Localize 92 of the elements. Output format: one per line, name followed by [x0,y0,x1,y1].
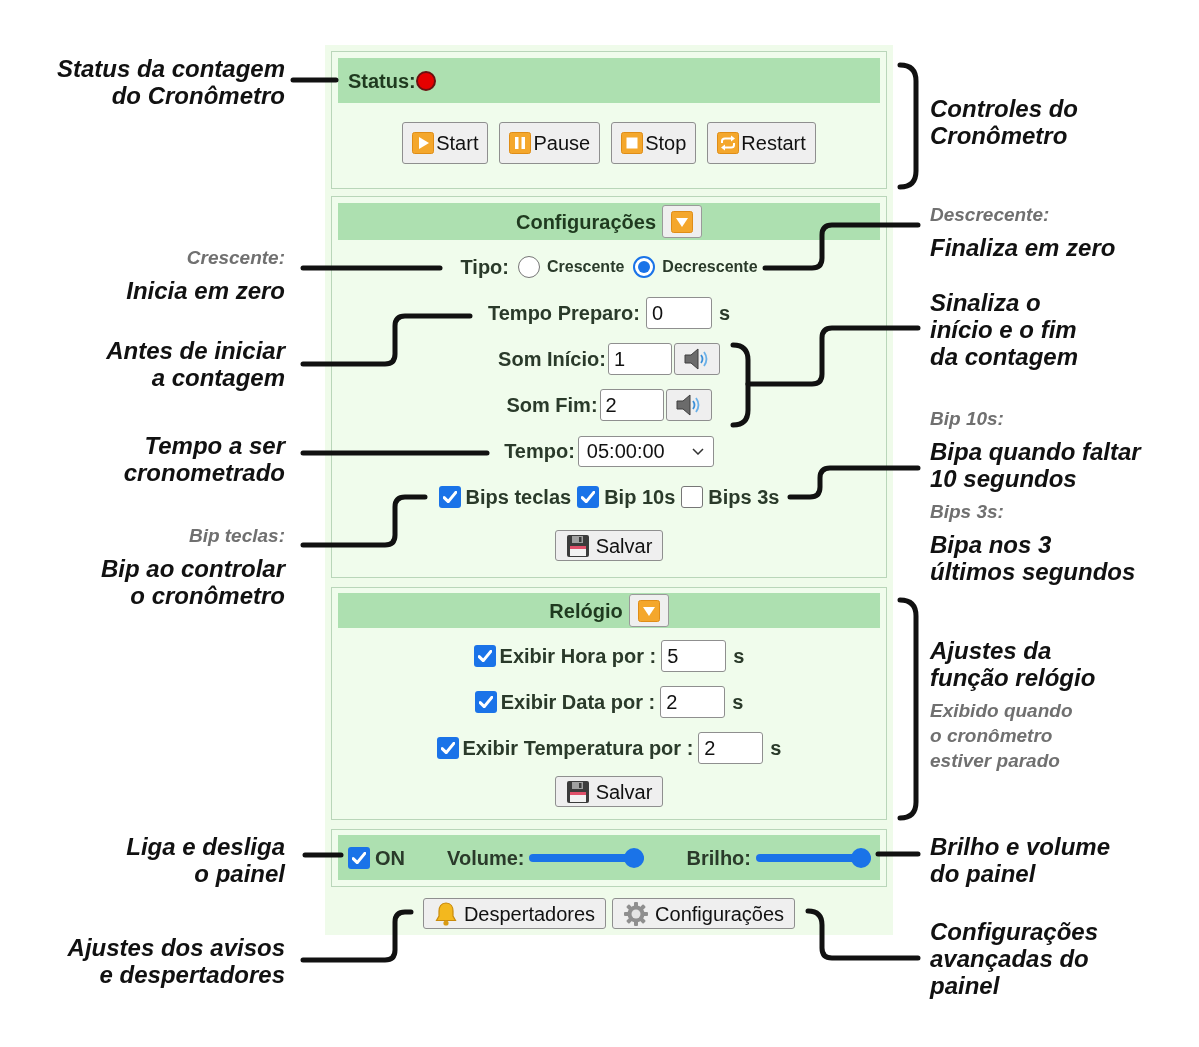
expand-button[interactable] [628,594,669,627]
checkbox-label: Exibir Data por : [500,690,656,714]
bell-icon [433,900,458,927]
checkbox-label: Bips teclas [465,485,572,509]
sound-test-button[interactable] [673,343,720,375]
checkbox[interactable] [577,486,600,508]
pause-button[interactable]: Pause [499,122,601,164]
repeat-arrows-icon [717,132,740,154]
unit-label: s [718,301,730,325]
callout-text: Antes de iniciar a contagem [106,337,285,391]
time-select[interactable]: 05:00:00 [577,435,714,467]
checkbox[interactable] [436,737,459,759]
stop-button[interactable]: Stop [611,122,697,164]
field-label: Tipo: [460,255,509,279]
field-label: Som Início: [498,347,606,371]
checkbox[interactable] [474,691,497,713]
section-title: Relógio [549,598,623,624]
unit-label: s [770,736,782,760]
expand-button[interactable] [662,205,702,238]
option-label: Crescente [547,257,625,277]
callout-text: Bipa nos 3 últimos segundos [930,531,1137,585]
pause-icon [509,132,532,154]
slider-label: Volume: [447,845,525,870]
unit-label: s [732,690,744,714]
callout-text: Controles do Cronômetro [930,95,1078,149]
checkbox-label: Bips 3s [708,485,780,509]
callout-text: Status da contagem do Cronômetro [56,55,285,109]
checkmark-icon [581,491,596,503]
number-field[interactable]: 1 [607,343,672,375]
power-label: ON [375,845,405,870]
stop-icon [621,132,644,154]
restart-button[interactable]: Restart [707,122,816,164]
checkmark-icon [478,696,493,708]
status-label: Status: [348,68,416,94]
sound-test-button[interactable] [665,389,712,421]
leader-line [290,77,339,83]
slider-track[interactable] [756,847,871,868]
settings-button[interactable]: Configurações [612,898,796,929]
checkmark-icon [440,742,455,754]
callout-note: Crescente: [185,246,285,270]
checkbox[interactable] [473,645,496,667]
checkbox-label: Exibir Temperatura por : [462,736,694,760]
slider-thumb[interactable] [851,847,871,868]
checkbox[interactable] [438,486,461,508]
leader-line [875,851,921,857]
leader-line [302,852,344,858]
callout-text: Ajustes dos avisos e despertadores [67,934,285,988]
gear-icon [623,900,650,927]
callout-text: Tempo a ser cronometrado [123,432,285,486]
number-field[interactable]: 2 [660,686,726,718]
play-icon [412,132,435,154]
chevron-down-icon [691,447,704,455]
number-field[interactable]: 5 [661,640,727,672]
callout-note: Bips 3s: [930,500,1005,524]
callout-note: Bip teclas: [187,524,285,548]
callout-text: Bip ao controlar o cronômetro [100,555,285,609]
field-label: Som Fim: [506,393,598,417]
callout-text: Finaliza em zero [930,234,1116,261]
checkbox-label: Bip 10s [604,485,676,509]
callout-note: Exibido quando o cronômetro estiver parado [930,699,1074,773]
callout-text: Sinaliza o início e o fim da contagem [930,289,1079,370]
callout-text: Bipa quando faltar 10 segundos [930,438,1141,492]
callout-text: Brilho e volume do painel [930,833,1111,887]
slider-track[interactable] [529,847,645,868]
checkbox[interactable] [681,486,704,508]
number-field[interactable]: 2 [698,732,764,764]
callout-text: Ajustes da função relógio [930,637,1096,691]
field-label: Tempo Preparo: [488,301,640,325]
slider-label: Brilho: [686,845,751,870]
callout-note: Descrecente: [930,203,1051,227]
option-label: Decrescente [662,257,758,277]
checkmark-icon [477,650,492,662]
radio-button[interactable] [518,256,540,278]
alarms-button[interactable]: Despertadores [422,898,607,929]
field-label: Tempo: [504,439,575,463]
checkmark-icon [442,491,457,503]
slider-thumb[interactable] [624,847,645,868]
save-button[interactable]: Salvar [554,530,664,561]
callout-text: Inicia em zero [126,277,285,304]
unit-label: s [733,644,745,668]
callout-text: Configurações avançadas do painel [930,918,1099,999]
callout-note: Bip 10s: [930,407,1005,431]
radio-button[interactable] [633,256,656,278]
checkbox-label: Exibir Hora por : [499,644,657,668]
checkmark-icon [352,851,366,864]
start-button[interactable]: Start [402,122,489,164]
save-button[interactable]: Salvar [554,776,664,807]
number-field[interactable]: 2 [599,389,664,421]
power-checkbox[interactable] [348,846,370,869]
number-field[interactable]: 0 [645,297,712,329]
section-title: Configurações [516,209,656,235]
callout-text: Liga e desliga o painel [126,833,285,887]
